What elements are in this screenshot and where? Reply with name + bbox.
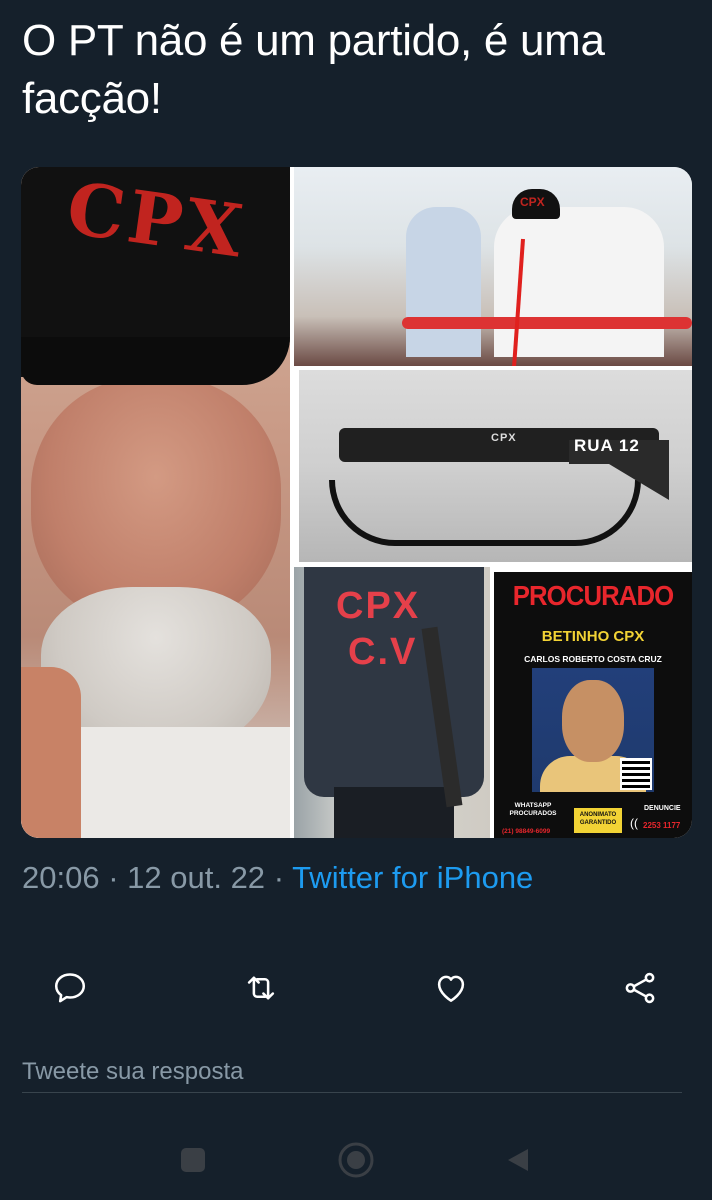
share-button[interactable] xyxy=(610,960,670,1016)
poster-denounce-number: 2253 1177 xyxy=(643,821,681,830)
meta-separator: · xyxy=(273,860,285,895)
tweet-text: O PT não é um partido, é uma facção! xyxy=(22,16,605,123)
recents-button[interactable] xyxy=(165,1138,221,1182)
poster-alias: BETINHO CPX xyxy=(541,628,645,645)
retweet-button[interactable] xyxy=(231,960,291,1016)
poster-face xyxy=(562,680,624,762)
red-rail xyxy=(402,317,692,329)
reply-button[interactable] xyxy=(40,960,100,1016)
rifle-strap xyxy=(329,480,641,546)
poster-denounce-label: DENUNCIE xyxy=(644,805,681,812)
poster-photo xyxy=(532,668,654,792)
meta-separator: · xyxy=(108,860,119,895)
photo-cpx-shirt[interactable]: CPX C.V xyxy=(294,567,490,838)
retweet-icon xyxy=(247,976,275,1000)
tweet-media-grid[interactable]: CPX CPX CPX RUA 12 CPX C.V PROCURADO BET… xyxy=(21,167,692,838)
cap-brim xyxy=(21,337,290,385)
heart-icon xyxy=(437,975,465,1002)
shirt-text-line2: C.V xyxy=(348,631,418,673)
rifle-label: RUA 12 xyxy=(574,436,640,455)
poster-anon-badge: ANONIMATO GARANTIDO xyxy=(574,808,622,833)
rifle-cpx-tag: CPX xyxy=(491,432,517,444)
tweet-source-link[interactable]: Twitter for iPhone xyxy=(292,860,533,895)
shirt-text-line1: CPX xyxy=(336,585,421,627)
square-icon xyxy=(181,1148,205,1172)
triangle-back-icon xyxy=(508,1149,528,1171)
tweet-time: 20:06 xyxy=(22,860,100,895)
photo-man-in-cpx-cap[interactable]: CPX xyxy=(21,167,290,838)
reply-bubble-icon xyxy=(54,973,86,1003)
like-button[interactable] xyxy=(421,960,481,1016)
photo-rifle[interactable]: CPX RUA 12 xyxy=(299,370,692,562)
share-icon xyxy=(625,972,655,1004)
circle-icon xyxy=(338,1142,374,1178)
poster-whatsapp-number: (21) 98849-6099 xyxy=(502,828,551,835)
signal-icon: (( xyxy=(630,816,638,830)
photo-campaign-crowd[interactable]: CPX xyxy=(294,167,692,366)
reply-input[interactable] xyxy=(22,1052,682,1093)
tweet-date: 12 out. 22 xyxy=(127,860,266,895)
back-button[interactable] xyxy=(490,1138,546,1182)
poster-title: PROCURADO xyxy=(512,580,675,611)
poster-whatsapp-label: WHATSAPP PROCURADOS xyxy=(509,802,557,817)
hand xyxy=(21,667,81,838)
home-button[interactable] xyxy=(328,1138,384,1182)
qr-code-icon xyxy=(620,758,652,790)
pants xyxy=(334,787,454,838)
small-cap-text: CPX xyxy=(520,195,545,209)
photo-wanted-poster[interactable]: PROCURADO BETINHO CPX CARLOS ROBERTO COS… xyxy=(494,572,692,838)
poster-full-name: CARLOS ROBERTO COSTA CRUZ xyxy=(524,654,662,664)
tweet-actions-bar xyxy=(0,960,712,1016)
person-blue-shirt xyxy=(406,207,481,357)
tweet-metadata: 20:06 · 12 out. 22 · Twitter for iPhone xyxy=(22,860,533,896)
android-nav-bar xyxy=(0,1120,712,1200)
